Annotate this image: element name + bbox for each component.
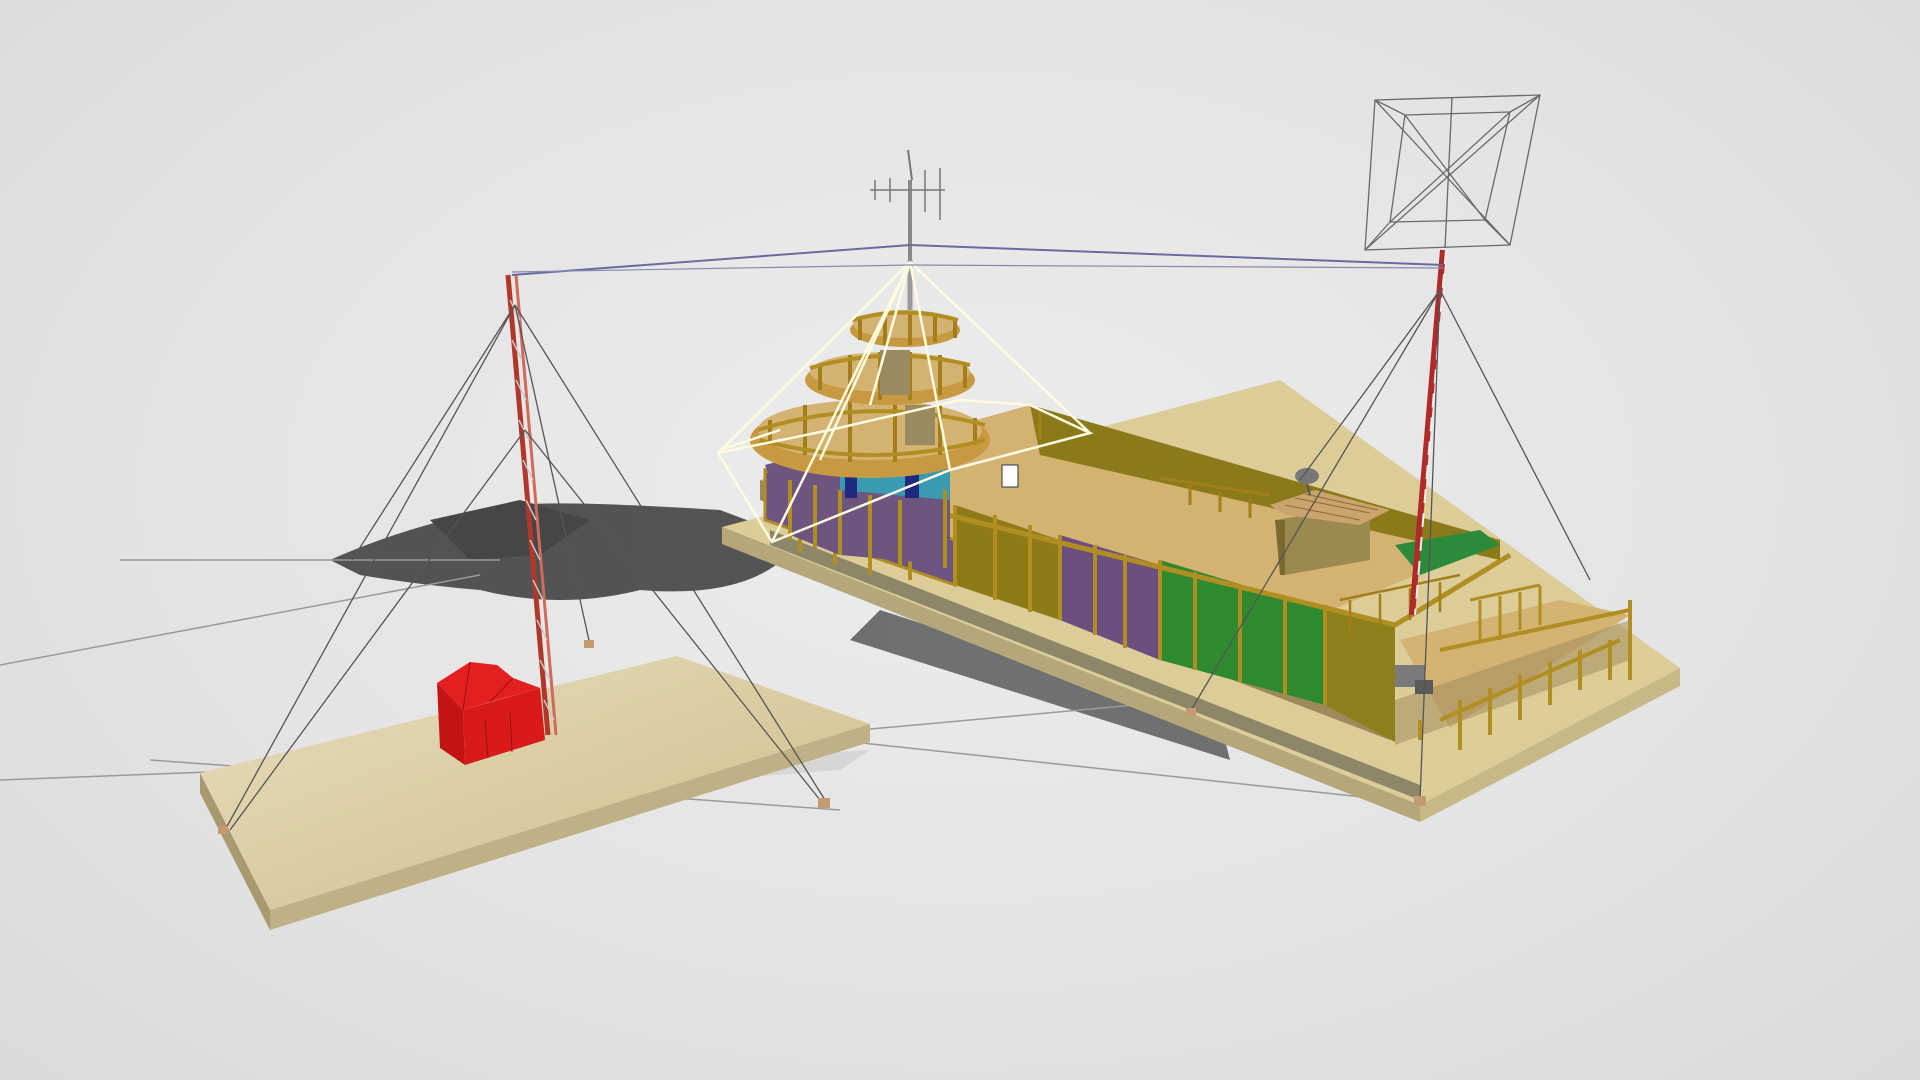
antenna-wires bbox=[511, 244, 1444, 276]
3d-model-viewport[interactable] bbox=[0, 0, 1920, 1080]
radio-station-model bbox=[0, 94, 1680, 930]
